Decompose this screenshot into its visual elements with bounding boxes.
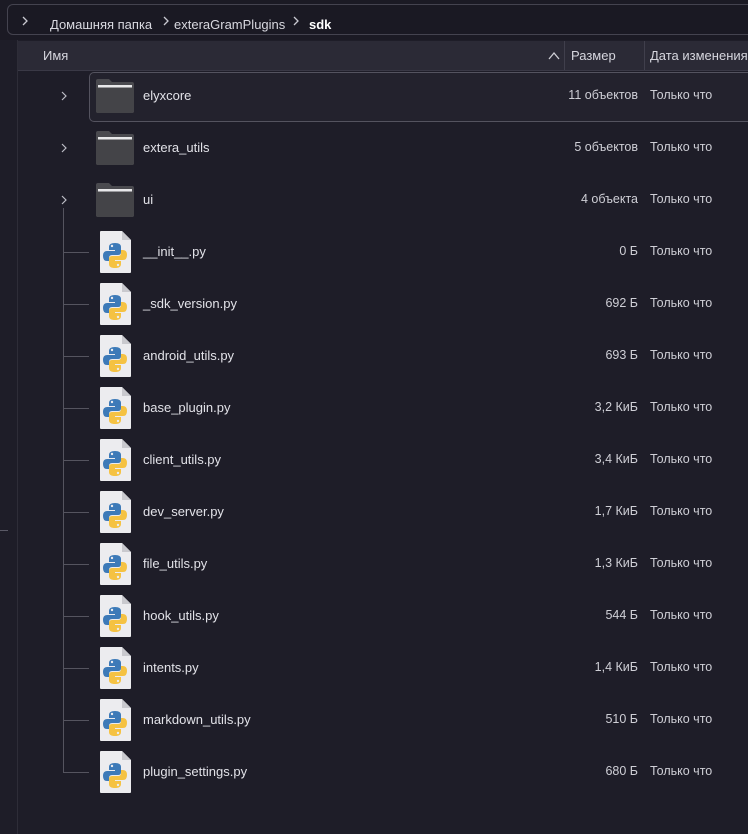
file-modified: Только что xyxy=(650,660,713,674)
file-size: 3,4 КиБ xyxy=(594,452,638,466)
folder-icon xyxy=(95,78,135,119)
python-file-icon xyxy=(98,594,132,643)
column-header-name[interactable]: Имя xyxy=(43,41,68,70)
python-file-icon xyxy=(98,750,132,799)
file-modified: Только что xyxy=(650,348,713,362)
folder-icon xyxy=(95,182,135,223)
breadcrumb: Домашняя папка exteraGramPlugins sdk xyxy=(7,4,748,35)
python-file-icon xyxy=(98,646,132,695)
file-name: ui xyxy=(143,192,154,207)
python-file-icon xyxy=(98,698,132,747)
tree-connector xyxy=(63,512,89,513)
file-name: markdown_utils.py xyxy=(143,712,251,727)
file-modified: Только что xyxy=(650,764,713,778)
file-name: __init__.py xyxy=(143,244,206,259)
file-modified: Только что xyxy=(650,452,713,466)
breadcrumb-item-exteragramplugins[interactable]: exteraGramPlugins xyxy=(174,17,285,32)
file-size: 544 Б xyxy=(605,608,638,622)
file-modified: Только что xyxy=(650,88,713,102)
file-size: 692 Б xyxy=(605,296,638,310)
file-modified: Только что xyxy=(650,192,713,206)
file-name: elyxcore xyxy=(143,88,192,103)
file-size: 0 Б xyxy=(619,244,638,258)
file-size: 1,7 КиБ xyxy=(594,504,638,518)
file-name: base_plugin.py xyxy=(143,400,231,415)
tree-connector xyxy=(63,356,89,357)
file-name: extera_utils xyxy=(143,140,210,155)
tree-connector xyxy=(63,208,64,772)
file-name: plugin_settings.py xyxy=(143,764,248,779)
breadcrumb-bar: Домашняя папка exteraGramPlugins sdk xyxy=(0,0,748,40)
chevron-right-icon xyxy=(293,16,299,26)
file-modified: Только что xyxy=(650,712,713,726)
chevron-up-icon[interactable] xyxy=(548,51,560,61)
column-divider[interactable] xyxy=(564,41,565,70)
file-name: android_utils.py xyxy=(143,348,235,363)
folder-icon xyxy=(95,130,135,171)
file-name: _sdk_version.py xyxy=(143,296,237,311)
chevron-right-icon[interactable] xyxy=(20,16,30,26)
file-size: 510 Б xyxy=(605,712,638,726)
tree-connector xyxy=(63,616,89,617)
pane-resize-handle[interactable] xyxy=(0,530,8,531)
chevron-right-icon[interactable] xyxy=(59,91,69,101)
file-size: 4 объекта xyxy=(580,192,638,206)
chevron-right-icon[interactable] xyxy=(59,195,69,205)
file-size: 1,3 КиБ xyxy=(594,556,638,570)
file-modified: Только что xyxy=(650,400,713,414)
tree-connector xyxy=(63,668,89,669)
file-size: 680 Б xyxy=(605,764,638,778)
file-modified: Только что xyxy=(650,608,713,622)
file-size: 5 объектов xyxy=(574,140,638,154)
tree-connector xyxy=(63,252,89,253)
chevron-right-icon[interactable] xyxy=(59,143,69,153)
breadcrumb-item-home[interactable]: Домашняя папка xyxy=(50,17,152,32)
tree-connector xyxy=(63,408,89,409)
python-file-icon xyxy=(98,542,132,591)
python-file-icon xyxy=(98,438,132,487)
file-modified: Только что xyxy=(650,296,713,310)
tree-connector xyxy=(63,564,89,565)
side-gutter xyxy=(0,40,18,834)
file-size: 3,2 КиБ xyxy=(594,400,638,414)
file-size: 693 Б xyxy=(605,348,638,362)
column-header-size[interactable]: Размер xyxy=(571,41,616,70)
file-modified: Только что xyxy=(650,244,713,258)
file-name: client_utils.py xyxy=(143,452,222,467)
file-modified: Только что xyxy=(650,504,713,518)
python-file-icon xyxy=(98,282,132,331)
file-size: 1,4 КиБ xyxy=(594,660,638,674)
chevron-right-icon xyxy=(163,16,169,26)
python-file-icon xyxy=(98,490,132,539)
tree-connector xyxy=(63,460,89,461)
column-header: Имя Размер Дата изменения xyxy=(18,41,748,71)
tree-connector xyxy=(63,304,89,305)
file-name: hook_utils.py xyxy=(143,608,219,623)
file-modified: Только что xyxy=(650,140,713,154)
file-name: file_utils.py xyxy=(143,556,208,571)
column-divider[interactable] xyxy=(644,41,645,70)
file-modified: Только что xyxy=(650,556,713,570)
file-name: dev_server.py xyxy=(143,504,224,519)
tree-connector xyxy=(63,772,89,773)
file-name: intents.py xyxy=(143,660,199,675)
breadcrumb-item-sdk[interactable]: sdk xyxy=(309,17,331,32)
column-header-modified[interactable]: Дата изменения xyxy=(650,41,748,70)
python-file-icon xyxy=(98,386,132,435)
tree-connector xyxy=(63,720,89,721)
file-size: 11 объектов xyxy=(568,88,638,102)
python-file-icon xyxy=(98,230,132,279)
python-file-icon xyxy=(98,334,132,383)
